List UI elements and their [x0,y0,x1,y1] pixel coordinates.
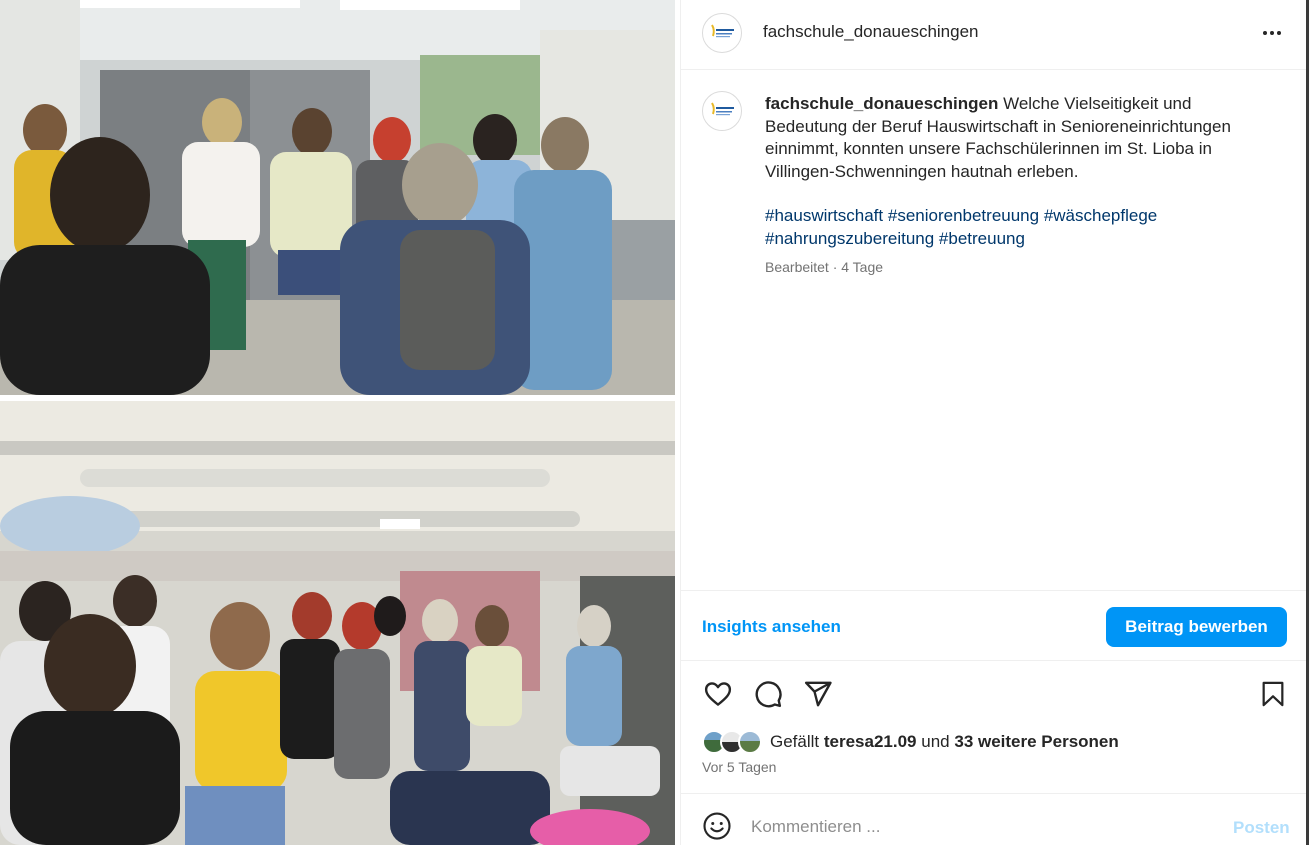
hashtag-link[interactable]: #nahrungszubereitung [765,229,934,248]
more-options-button[interactable] [1259,20,1285,46]
post-author-username[interactable]: fachschule_donaueschingen [763,22,979,42]
heart-icon [704,682,732,706]
more-horizontal-icon [1263,31,1281,35]
caption-username[interactable]: fachschule_donaueschingen [765,94,998,113]
bookmark-icon [1262,681,1284,707]
save-button[interactable] [1257,678,1289,710]
hashtag-link[interactable]: #wäschepflege [1044,206,1157,225]
caption-meta: Bearbeitet · 4 Tage [765,259,884,275]
liker-username[interactable]: teresa21.09 [824,732,917,752]
post-header: fachschule_donaueschingen [681,0,1307,70]
hashtag-link[interactable]: #betreuung [939,229,1025,248]
avatar[interactable] [702,13,742,53]
post-panel: fachschule_donaueschingen fachschule_don… [680,0,1307,845]
caption-body: fachschule_donaueschingen Welche Vielsei… [765,93,1265,250]
post-action-icons [681,662,1307,726]
hashtag-link[interactable]: #hauswirtschaft [765,206,883,225]
hashtag-link[interactable]: #seniorenbetreuung [888,206,1039,225]
post-comment-button[interactable]: Posten [1233,818,1290,838]
emoji-button[interactable] [702,811,732,841]
caption-avatar[interactable] [702,91,742,131]
post-media[interactable] [0,0,677,845]
hashtag-list: #hauswirtschaft #seniorenbetreuung #wäsc… [765,205,1265,250]
share-icon [804,681,832,707]
likes-prefix: Gefällt [770,732,820,751]
owner-actions-bar: Insights ansehen Beitrag bewerben [681,590,1307,661]
comment-button[interactable] [752,678,784,710]
view-insights-link[interactable]: Insights ansehen [702,617,841,637]
other-likers-link[interactable]: 33 weitere Personen [954,732,1118,752]
comment-composer: Posten [681,793,1307,845]
comment-icon [755,681,782,708]
post-timestamp: Vor 5 Tagen [702,759,777,775]
comment-input[interactable] [751,814,1191,840]
photo-kitchen-group [0,0,675,395]
photo-laundry-group [0,401,675,845]
likes-summary[interactable]: Gefällt teresa21.09 und 33 weitere Perso… [702,728,1119,756]
smiley-icon [703,812,731,840]
like-button[interactable] [702,678,734,710]
share-button[interactable] [802,678,834,710]
liker-avatars [702,729,766,755]
school-logo-icon [706,95,738,127]
likes-middle: und [921,732,950,751]
promote-post-button[interactable]: Beitrag bewerben [1106,607,1287,647]
liker-avatar [738,730,762,754]
post-caption: fachschule_donaueschingen Welche Vielsei… [681,71,1307,590]
school-logo-icon [706,17,738,49]
